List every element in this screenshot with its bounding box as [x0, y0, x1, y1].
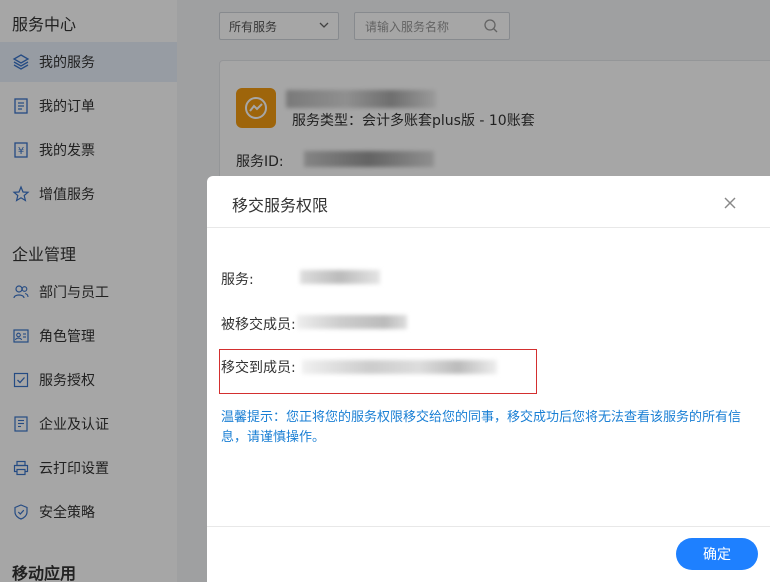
to-member-label: 移交到成员:: [221, 360, 296, 376]
dialog-header: 移交服务权限: [207, 176, 770, 228]
from-member-label: 被移交成员:: [221, 317, 296, 333]
service-field-label: 服务:: [221, 272, 254, 288]
warning-tip: 温馨提示：您正将您的服务权限移交给您的同事，移交成功后您将无法查看该服务的所有信…: [221, 410, 742, 445]
transfer-dialog: 移交服务权限 服务: 被移交成员: 移交到成员: 温馨提示：您正将您的服务权限移…: [207, 176, 770, 582]
dialog-footer-divider: [207, 526, 770, 527]
close-icon[interactable]: [722, 195, 738, 211]
to-member-select[interactable]: [302, 360, 497, 374]
service-value-redacted: [300, 270, 380, 284]
from-member-redacted: [297, 315, 407, 329]
confirm-button[interactable]: 确定: [676, 538, 758, 570]
dialog-title: 移交服务权限: [232, 196, 329, 215]
